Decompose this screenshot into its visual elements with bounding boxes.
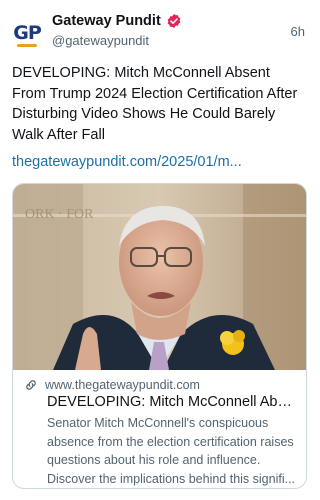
link-preview-card[interactable]: ORK · FOR www.thegatewaypundit.com DEVEL… [12, 183, 307, 489]
card-domain: www.thegatewaypundit.com [45, 378, 200, 392]
card-description-line: questions about his role and influence. [47, 453, 261, 467]
card-domain-row: www.thegatewaypundit.com [24, 378, 200, 392]
post-header: GP Gateway Pundit @gatewaypundit 6h [0, 0, 319, 56]
card-meta: www.thegatewaypundit.com DEVELOPING: Mit… [13, 370, 306, 488]
card-description-line: absence from the election certification … [47, 434, 294, 449]
post-text: DEVELOPING: Mitch McConnell Absent From … [12, 65, 298, 143]
author-display-name[interactable]: Gateway Pundit [52, 13, 161, 29]
author-handle[interactable]: @gatewaypundit [52, 33, 149, 48]
avatar-logo-text: GP [13, 22, 42, 44]
card-description: Senator Mitch McConnell's conspicuous ab… [47, 414, 299, 488]
link-icon [26, 380, 36, 390]
card-description-line: Senator Mitch McConnell's conspicuous [47, 416, 269, 430]
card-description-line: Discover the implications behind this si… [47, 471, 296, 486]
verified-badge-icon [167, 14, 181, 28]
article-image: ORK · FOR [13, 184, 306, 370]
post-timestamp[interactable]: 6h [291, 24, 305, 39]
author-name-row: Gateway Pundit [52, 13, 182, 29]
svg-text:ORK · FOR: ORK · FOR [25, 207, 94, 222]
card-title[interactable]: DEVELOPING: Mitch McConnell Abse... [47, 393, 297, 412]
avatar-logo-accent [17, 44, 37, 47]
post-link[interactable]: thegatewaypundit.com/2025/01/m... [12, 152, 306, 172]
